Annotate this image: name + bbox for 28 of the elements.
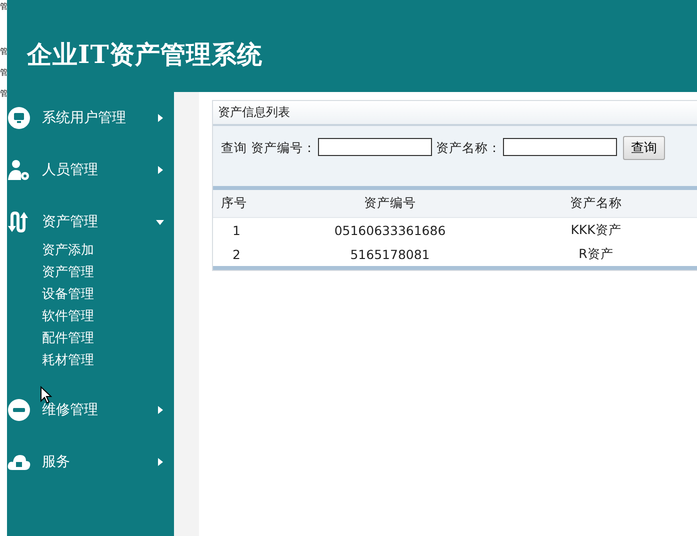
field-label: 资产名称： [436,140,501,157]
table-cell-text: 5165178081 [349,246,431,262]
submenu-item[interactable]: 设备管理 [42,284,94,306]
table-cell-text: KKK资产 [570,222,622,238]
column-header: 资产编号 [363,195,417,212]
input-field[interactable] [503,138,617,156]
submenu-item[interactable]: 软件管理 [42,306,94,328]
input-field[interactable] [318,138,432,156]
submenu-item[interactable]: 资产添加 [42,240,94,262]
search-label: 查询 [221,140,247,157]
sidebar-item[interactable]: 服务 [7,436,174,488]
table-cell-text: 05160633361686 [333,222,447,238]
app-title: 企业IT资产管理系统 [27,38,262,70]
column-header: 资产名称 [569,195,623,212]
sidebar-item[interactable]: 维修管理 [7,384,174,436]
table-cell-text: 2 [232,246,242,262]
table-cell-text: R资产 [578,246,614,262]
submenu-item[interactable]: 耗材管理 [42,350,94,372]
submenu-item[interactable]: 配件管理 [42,328,94,350]
field-label: 资产编号： [251,140,316,157]
panel-title: 资产信息列表 [213,101,697,126]
sidebar-item[interactable]: 人员管理 [7,144,174,196]
submenu-item[interactable]: 资产管理 [42,262,94,284]
column-header: 序号 [220,195,248,212]
mouse-cursor-icon [40,386,52,404]
table-cell-text: 1 [232,222,242,238]
sidebar-item[interactable]: 系统用户管理 [7,92,174,144]
search-button[interactable]: 查询 [623,136,665,160]
